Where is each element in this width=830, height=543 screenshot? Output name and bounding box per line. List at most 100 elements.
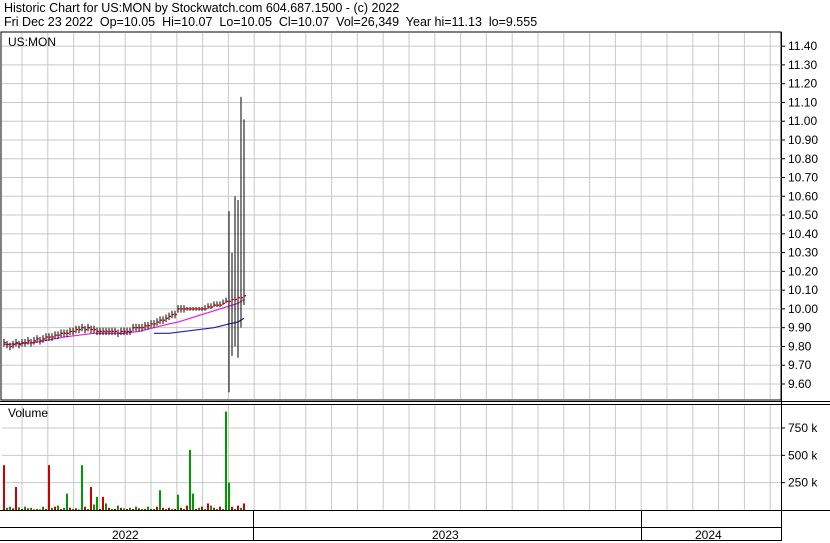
volume-bar xyxy=(30,507,32,510)
price-panel-frame xyxy=(0,31,782,401)
volume-bar xyxy=(135,506,137,510)
price-tick-label: 10.30 xyxy=(788,246,818,260)
volume-bar xyxy=(36,508,38,510)
volume-bar xyxy=(216,508,218,510)
volume-bar xyxy=(105,503,107,510)
volume-bar xyxy=(168,507,170,510)
volume-bar xyxy=(132,508,134,510)
volume-bar xyxy=(60,508,62,510)
volume-bar xyxy=(189,449,191,510)
price-tick-label: 11.30 xyxy=(788,58,817,72)
price-tick-label: 11.20 xyxy=(788,77,817,91)
volume-bars xyxy=(3,411,245,511)
volume-bar xyxy=(51,507,53,510)
volume-bar xyxy=(147,506,149,510)
price-tick-label: 10.90 xyxy=(788,133,818,147)
price-tick-label: 10.80 xyxy=(788,152,818,166)
price-tick-label: 11.40 xyxy=(788,39,817,53)
volume-bar xyxy=(171,508,173,510)
volume-bar xyxy=(66,493,68,510)
volume-bar xyxy=(126,508,128,510)
volume-bar xyxy=(198,507,200,510)
volume-bar xyxy=(183,508,185,510)
volume-bar xyxy=(231,506,233,510)
volume-bar xyxy=(18,507,20,510)
volume-bar xyxy=(102,496,104,510)
volume-bar xyxy=(180,507,182,510)
volume-bar xyxy=(156,506,158,510)
price-tick-label: 10.00 xyxy=(788,302,818,316)
year-label-2022: 2022 xyxy=(112,528,139,542)
symbol-label: US:MON xyxy=(8,35,56,49)
volume-bar xyxy=(201,506,203,510)
volume-bar xyxy=(108,507,110,510)
volume-bar xyxy=(48,465,50,510)
volume-bar xyxy=(63,507,65,510)
volume-bar xyxy=(207,503,209,510)
volume-bar xyxy=(195,508,197,510)
price-tick-label: 10.50 xyxy=(788,208,818,222)
volume-label: Volume xyxy=(8,406,48,420)
volume-tick-label: 750 k xyxy=(788,421,818,435)
volume-bar xyxy=(3,465,5,510)
year-label-2024: 2024 xyxy=(695,528,722,542)
volume-bar xyxy=(114,508,116,510)
price-tick-label: 9.80 xyxy=(788,339,812,353)
volume-bar xyxy=(93,504,95,510)
price-tick-label: 11.00 xyxy=(788,114,817,128)
volume-bar xyxy=(153,508,155,510)
volume-bar xyxy=(219,506,221,510)
volume-bar xyxy=(27,508,29,510)
price-tick-label: 9.70 xyxy=(788,358,812,372)
volume-bar xyxy=(222,508,224,510)
volume-bar xyxy=(120,507,122,510)
volume-bar xyxy=(84,506,86,510)
volume-bar xyxy=(159,490,161,510)
volume-tick-label: 500 k xyxy=(788,448,818,462)
price-tick-label: 11.10 xyxy=(788,95,817,109)
volume-tick-label: 250 k xyxy=(788,476,818,490)
volume-bar xyxy=(174,508,176,510)
price-tick-label: 10.10 xyxy=(788,283,818,297)
volume-bar xyxy=(234,508,236,510)
volume-bar xyxy=(96,496,98,510)
volume-bar xyxy=(150,508,152,510)
volume-bar xyxy=(45,508,47,510)
volume-bar xyxy=(225,411,227,510)
price-tick-label: 10.40 xyxy=(788,227,818,241)
year-label-2023: 2023 xyxy=(432,528,459,542)
volume-bar xyxy=(6,507,8,510)
price-tick-label: 9.60 xyxy=(788,377,812,391)
volume-bar xyxy=(117,505,119,510)
volume-bar xyxy=(15,487,17,510)
volume-bar xyxy=(24,506,26,510)
stock-chart: 11.40 11.30 11.20 11.10 11.00 10.90 10.80 10.70… xyxy=(0,31,830,542)
volume-bar xyxy=(162,507,164,510)
volume-bar xyxy=(57,505,59,510)
volume-bar xyxy=(9,506,11,510)
volume-bar xyxy=(42,506,44,510)
volume-bar xyxy=(243,503,245,510)
volume-bar xyxy=(186,505,188,510)
volume-bar xyxy=(123,508,125,510)
price-tick-label: 10.60 xyxy=(788,189,818,203)
volume-bar xyxy=(144,508,146,510)
volume-bar xyxy=(240,507,242,510)
volume-bar xyxy=(81,465,83,510)
volume-bar xyxy=(204,508,206,510)
price-y-axis: 11.40 11.30 11.20 11.10 11.00 10.90 10.80 10.70… xyxy=(781,39,818,391)
volume-bar xyxy=(237,505,239,510)
volume-bar xyxy=(138,508,140,510)
volume-bar xyxy=(228,482,230,510)
volume-bar xyxy=(75,508,77,510)
volume-bar xyxy=(54,506,56,510)
volume-bar xyxy=(87,508,89,510)
volume-bar xyxy=(165,508,167,510)
volume-bar xyxy=(21,508,23,510)
volume-bar xyxy=(111,508,113,510)
volume-grid xyxy=(2,405,781,510)
volume-bar xyxy=(129,507,131,510)
volume-bar xyxy=(90,487,92,510)
volume-bar xyxy=(192,493,194,510)
volume-bar xyxy=(12,508,14,510)
